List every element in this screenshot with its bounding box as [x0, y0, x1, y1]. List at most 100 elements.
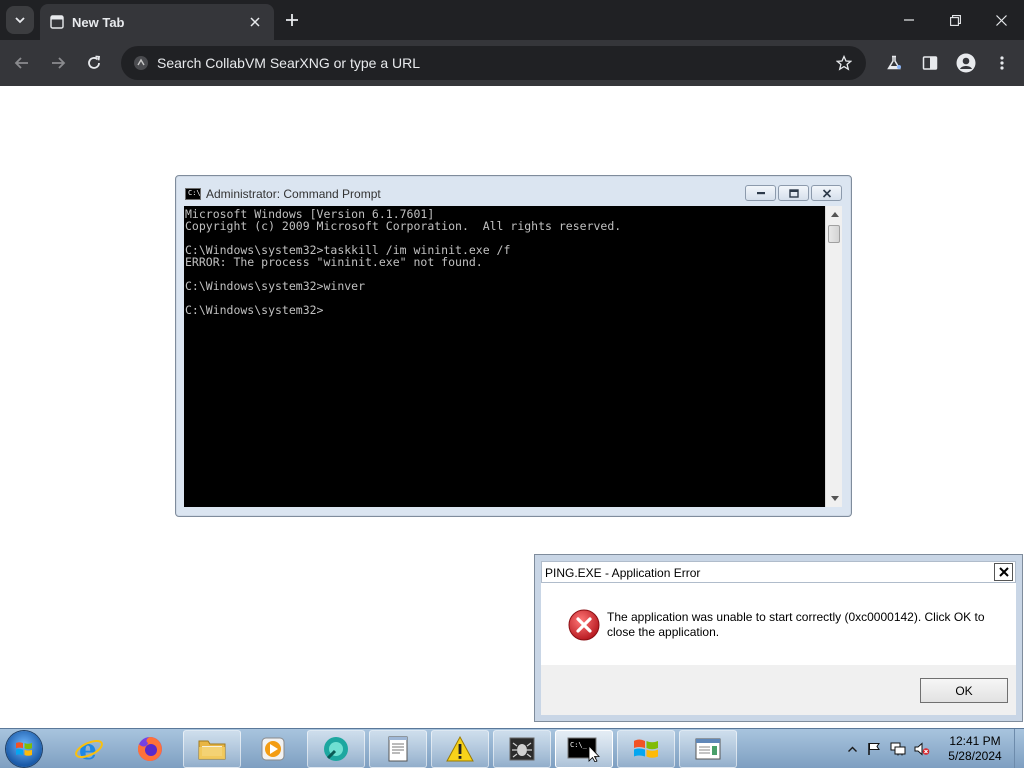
search-engine-icon	[131, 53, 151, 73]
minimize-icon	[904, 19, 914, 21]
close-icon	[995, 14, 1007, 26]
console-line: ERROR: The process "wininit.exe" not fou…	[185, 255, 483, 269]
plus-icon	[286, 14, 298, 26]
flag-icon	[868, 743, 880, 755]
ok-button[interactable]: OK	[920, 678, 1008, 703]
scroll-thumb[interactable]	[828, 225, 840, 243]
taskbar-windows-flag-app[interactable]	[617, 730, 675, 768]
minimize-icon	[756, 192, 765, 195]
svg-text:C:\_: C:\_	[570, 741, 588, 749]
cmd-minimize-button[interactable]	[745, 185, 776, 201]
cmd-vertical-scrollbar[interactable]	[825, 206, 842, 507]
reload-icon	[88, 55, 100, 69]
error-dialog-body: The application was unable to start corr…	[541, 583, 1016, 665]
chevron-down-icon	[15, 17, 25, 24]
tray-network[interactable]	[890, 741, 906, 757]
maximize-icon	[788, 188, 799, 198]
error-icon	[568, 609, 600, 641]
bug-app-icon	[509, 737, 535, 761]
bookmark-star-button[interactable]	[832, 51, 856, 75]
restore-icon	[949, 14, 961, 26]
taskbar-command-prompt[interactable]: C:\_	[555, 730, 613, 768]
menu-button[interactable]	[988, 49, 1016, 77]
error-message: The application was unable to start corr…	[607, 610, 985, 639]
tab-search-button[interactable]	[6, 6, 34, 34]
address-input[interactable]: Search CollabVM SearXNG or type a URL	[157, 55, 832, 71]
cmd-window-title: Administrator: Command Prompt	[206, 187, 381, 201]
star-icon	[836, 55, 852, 71]
labs-button[interactable]	[880, 49, 908, 77]
windows-logo-icon	[16, 742, 32, 756]
cmd-app-icon: C:\	[185, 188, 201, 200]
new-tab-button[interactable]	[280, 8, 304, 32]
volume-muted-icon	[914, 742, 930, 756]
forward-button[interactable]	[44, 49, 72, 77]
side-panel-icon	[922, 56, 938, 70]
notepad-icon	[388, 736, 408, 762]
error-dialog-titlebar[interactable]: PING.EXE - Application Error	[541, 561, 1016, 583]
tray-action-center[interactable]	[866, 741, 882, 757]
windows-flag-app-icon	[634, 739, 658, 758]
taskbar-media-player[interactable]	[244, 730, 302, 768]
media-player-icon	[261, 737, 285, 761]
taskbar-notepad[interactable]	[369, 730, 427, 768]
address-bar[interactable]: Search CollabVM SearXNG or type a URL	[121, 46, 866, 80]
tray-volume[interactable]	[914, 741, 930, 757]
cmd-close-button[interactable]	[811, 185, 842, 201]
scroll-up-button[interactable]	[826, 206, 843, 223]
cmd-maximize-button[interactable]	[778, 185, 809, 201]
tab-new-tab[interactable]: New Tab	[40, 4, 274, 40]
chevron-up-icon	[847, 746, 857, 752]
flask-icon	[887, 55, 901, 70]
minimize-button[interactable]	[886, 0, 932, 40]
tab-title: New Tab	[72, 14, 125, 30]
profile-button[interactable]	[952, 49, 980, 77]
taskbar-window-app[interactable]	[679, 730, 737, 768]
warning-app-icon	[446, 735, 474, 762]
browser-tabstrip: New Tab	[0, 0, 1024, 40]
taskbar-explorer[interactable]	[183, 730, 241, 768]
side-panel-button[interactable]	[916, 49, 944, 77]
windows-taskbar: e C:\_ 12:41 PM 5/28/2024	[0, 728, 1024, 768]
scroll-down-button[interactable]	[826, 490, 843, 507]
taskbar-firefox[interactable]	[121, 730, 179, 768]
close-icon	[250, 17, 260, 27]
arrow-left-icon	[14, 57, 28, 69]
restore-button[interactable]	[932, 0, 978, 40]
error-dialog-footer: OK	[541, 665, 1016, 715]
network-icon	[890, 742, 906, 756]
clock-date: 5/28/2024	[948, 749, 1002, 763]
taskbar-teal-app[interactable]	[307, 730, 365, 768]
show-hidden-icons-button[interactable]	[844, 741, 860, 757]
close-icon	[822, 188, 831, 198]
command-prompt-window[interactable]: C:\ Administrator: Command Prompt Micros…	[175, 175, 852, 517]
clock-time: 12:41 PM	[949, 734, 1001, 748]
new-tab-page-icon	[50, 15, 64, 29]
start-button[interactable]	[6, 731, 42, 767]
ie-icon: e	[75, 734, 103, 764]
error-dialog-title: PING.EXE - Application Error	[545, 566, 701, 580]
taskbar-warning-app[interactable]	[431, 730, 489, 768]
reload-button[interactable]	[80, 49, 108, 77]
teal-app-icon	[324, 737, 348, 761]
error-dialog-close-button[interactable]	[994, 563, 1013, 581]
taskbar-bug-app[interactable]	[493, 730, 551, 768]
close-icon	[998, 567, 1009, 577]
application-error-dialog[interactable]: PING.EXE - Application Error The applica…	[534, 554, 1023, 722]
show-desktop-button[interactable]	[1014, 729, 1024, 768]
explorer-folder-icon	[198, 740, 226, 760]
avatar-icon	[956, 53, 976, 73]
browser-toolbar: Search CollabVM SearXNG or type a URL	[0, 40, 1024, 86]
taskbar-ie[interactable]: e	[60, 730, 118, 768]
tray-clock[interactable]: 12:41 PM 5/28/2024	[940, 734, 1010, 764]
console-line: Copyright (c) 2009 Microsoft Corporation…	[185, 219, 622, 233]
cmd-console-output[interactable]: Microsoft Windows [Version 6.1.7601] Cop…	[184, 206, 825, 507]
svg-text:e: e	[79, 734, 97, 764]
close-window-button[interactable]	[978, 0, 1024, 40]
back-button[interactable]	[8, 49, 36, 77]
cmd-titlebar[interactable]: C:\ Administrator: Command Prompt	[176, 176, 851, 206]
more-vertical-icon	[1000, 56, 1004, 70]
tab-close-button[interactable]	[244, 11, 266, 33]
firefox-icon	[137, 737, 162, 761]
cmd-taskbar-icon: C:\_	[567, 737, 600, 762]
